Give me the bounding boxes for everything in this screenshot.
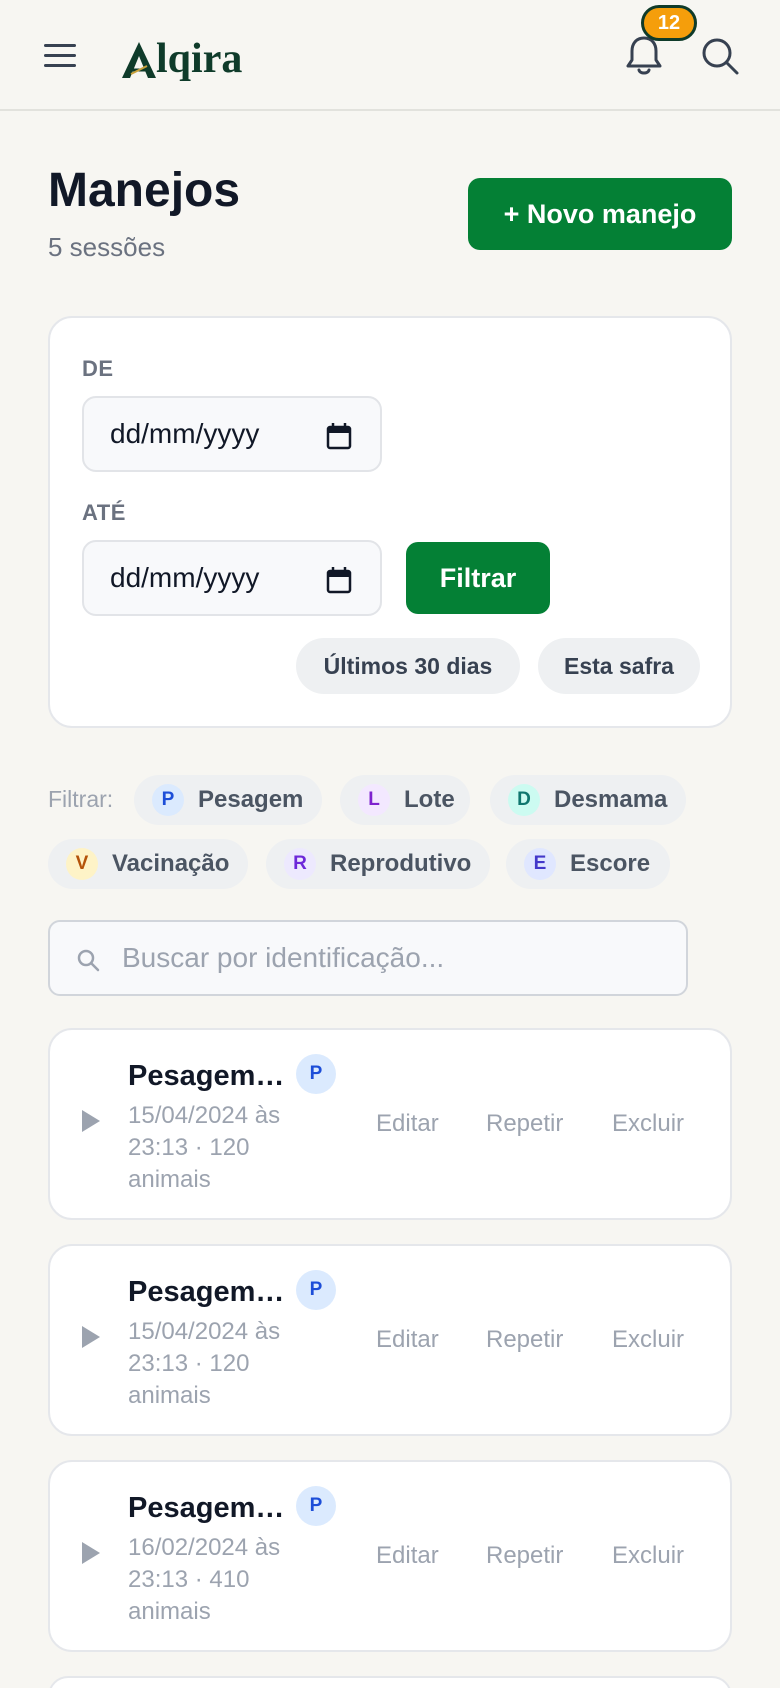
page-title: Manejos (48, 164, 241, 217)
search-icon (77, 949, 100, 972)
session-title: Pesagem… (128, 1276, 285, 1308)
session-type-badge: P (296, 1270, 336, 1310)
top-bar: lqira 12 (0, 0, 780, 111)
repeat-button[interactable]: Repetir (486, 1542, 563, 1570)
calendar-icon[interactable] (326, 566, 352, 594)
delete-button[interactable]: Excluir (612, 1326, 684, 1354)
type-chip-lote[interactable]: L Lote (340, 775, 470, 825)
session-card[interactable]: Pesagem… P 15/04/2024 às 23:13 · 120 ani… (48, 1244, 732, 1436)
to-date-input[interactable]: dd/mm/yyyy (82, 540, 382, 616)
from-date-placeholder: dd/mm/yyyy (110, 418, 260, 449)
type-chip-escore[interactable]: E Escore (506, 839, 670, 889)
session-card[interactable]: Pesagem… P 15/04/2024 às 23:13 · 120 ani… (48, 1028, 732, 1220)
search-icon[interactable] (700, 36, 740, 76)
session-meta: 15/04/2024 às 23:13 · 120 animais (128, 1102, 281, 1193)
brand-name: lqira (156, 36, 243, 82)
type-chip-desmama[interactable]: D Desmama (490, 775, 686, 825)
type-label: Desmama (554, 786, 668, 813)
type-label: Pesagem (198, 786, 304, 813)
session-title: Pesagem… (128, 1492, 285, 1524)
session-card[interactable]: Pesagem… P 16/02/2024 às 23:13 · 410 ani… (48, 1460, 732, 1652)
type-letter: P (152, 784, 184, 816)
new-manejo-button[interactable]: + Novo manejo (468, 178, 732, 250)
calendar-icon[interactable] (326, 422, 352, 450)
expand-icon[interactable] (82, 1110, 100, 1132)
type-letter: L (358, 784, 390, 816)
edit-button[interactable]: Editar (376, 1542, 439, 1570)
brand-logo[interactable]: lqira (120, 28, 242, 80)
repeat-button[interactable]: Repetir (486, 1110, 563, 1138)
type-label: Escore (570, 850, 651, 877)
notification-badge: 12 (641, 5, 697, 41)
from-label: DE (82, 356, 114, 381)
type-letter: D (508, 784, 540, 816)
session-title: Pesagem… (128, 1060, 285, 1092)
filter-button[interactable]: Filtrar (406, 542, 550, 614)
delete-button[interactable]: Excluir (612, 1542, 684, 1570)
session-meta: 15/04/2024 às 23:13 · 120 animais (128, 1318, 281, 1409)
to-label: ATÉ (82, 500, 126, 525)
session-type-badge: P (296, 1054, 336, 1094)
type-letter: E (524, 848, 556, 880)
session-card[interactable] (48, 1676, 732, 1688)
logo-icon (122, 42, 156, 78)
edit-button[interactable]: Editar (376, 1326, 439, 1354)
expand-icon[interactable] (82, 1326, 100, 1348)
type-chip-pesagem[interactable]: P Pesagem (134, 775, 322, 825)
date-filter-card: DE dd/mm/yyyy ATÉ dd/mm/yyyy Filtrar Últ… (48, 316, 732, 728)
type-label: Lote (404, 786, 455, 813)
session-count: 5 sessões (48, 232, 166, 262)
type-chip-vacinacao[interactable]: V Vacinação (48, 839, 248, 889)
this-season-chip[interactable]: Esta safra (538, 638, 700, 694)
search-input[interactable] (122, 922, 672, 994)
search-box (48, 920, 688, 996)
type-label: Reprodutivo (330, 850, 472, 877)
to-date-placeholder: dd/mm/yyyy (110, 562, 260, 593)
type-letter: R (284, 848, 316, 880)
type-chip-reprodutivo[interactable]: R Reprodutivo (266, 839, 490, 889)
last-30-days-chip[interactable]: Últimos 30 dias (296, 638, 520, 694)
type-label: Vacinação (112, 850, 230, 877)
repeat-button[interactable]: Repetir (486, 1326, 563, 1354)
type-filter-label: Filtrar: (48, 786, 114, 812)
type-letter: V (66, 848, 98, 880)
session-type-badge: P (296, 1486, 336, 1526)
expand-icon[interactable] (82, 1542, 100, 1564)
delete-button[interactable]: Excluir (612, 1110, 684, 1138)
session-meta: 16/02/2024 às 23:13 · 410 animais (128, 1534, 281, 1625)
edit-button[interactable]: Editar (376, 1110, 439, 1138)
from-date-input[interactable]: dd/mm/yyyy (82, 396, 382, 472)
menu-icon[interactable] (44, 44, 76, 68)
